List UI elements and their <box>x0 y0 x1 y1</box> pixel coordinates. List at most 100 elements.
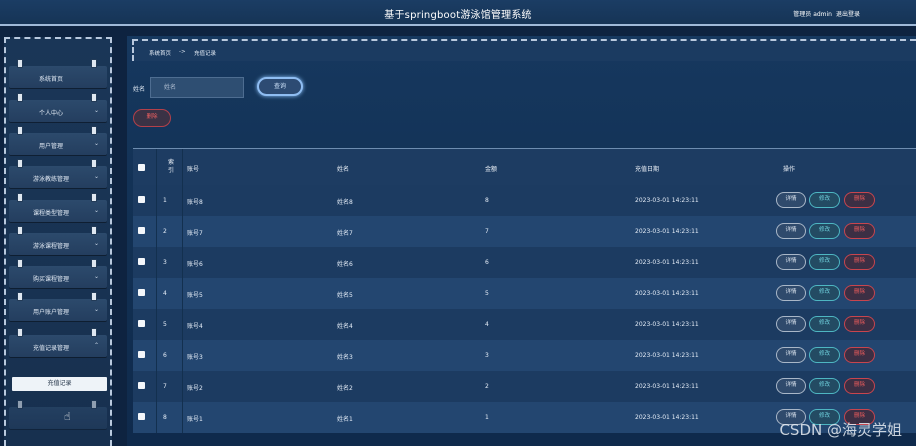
row-date: 2023-03-01 14:23:11 <box>635 352 699 359</box>
detail-button[interactable]: 详情 <box>776 285 806 301</box>
chevron-icon: ⌃ <box>93 342 99 349</box>
watermark: CSDN @海灵学姐 <box>779 421 902 439</box>
column-divider <box>182 371 183 402</box>
table-header: 索 引 账号 姓名 金额 充值日期 操作 <box>133 149 916 185</box>
column-account: 账号 <box>187 166 200 173</box>
delete-button[interactable]: 删除 <box>844 285 875 301</box>
sidebar-item-1[interactable]: 个人中心 ⌄ <box>9 93 107 122</box>
pin-icon <box>91 226 97 235</box>
sidebar-item-2[interactable]: 用户管理 ⌄ <box>9 126 107 155</box>
row-checkbox[interactable] <box>138 382 145 389</box>
chevron-icon: ⌄ <box>93 306 99 313</box>
row-checkbox[interactable] <box>138 320 145 327</box>
pin-icon <box>91 159 97 168</box>
row-account: 账号1 <box>187 416 203 423</box>
delete-button[interactable]: 删除 <box>844 223 875 239</box>
row-checkbox[interactable] <box>138 289 145 296</box>
row-checkbox[interactable] <box>138 258 145 265</box>
pin-icon <box>17 159 23 168</box>
row-index: 1 <box>163 197 167 204</box>
row-account: 账号3 <box>187 354 203 361</box>
query-button[interactable]: 查询 <box>257 77 303 96</box>
logout-link[interactable]: 退出登录 <box>836 9 860 18</box>
sidebar-item-label: 购买课程管理 <box>32 276 69 283</box>
row-amount: 4 <box>485 321 489 328</box>
row-checkbox[interactable] <box>138 196 145 203</box>
delete-button[interactable]: 删除 <box>844 316 875 332</box>
sidebar-item-0[interactable]: 系统首页 <box>9 59 107 88</box>
breadcrumb-current: 充值记录 <box>194 51 217 57</box>
row-account: 账号6 <box>187 261 203 268</box>
column-divider <box>156 149 157 185</box>
chevron-icon: ⌄ <box>93 240 99 247</box>
edit-button[interactable]: 修改 <box>809 316 840 332</box>
edit-button[interactable]: 修改 <box>809 347 840 363</box>
edit-button[interactable]: 修改 <box>809 378 840 394</box>
sidebar-item-label: 系统首页 <box>38 76 63 83</box>
delete-button[interactable]: 删除 <box>844 192 875 208</box>
row-date: 2023-03-01 14:23:11 <box>635 228 699 235</box>
edit-button[interactable]: 修改 <box>809 223 840 239</box>
submenu-item-recharge-record[interactable]: 充值记录 <box>12 377 107 391</box>
row-account: 账号8 <box>187 199 203 206</box>
sidebar-item-label: 充值记录管理 <box>32 345 69 352</box>
row-name: 姓名1 <box>337 416 353 423</box>
sidebar-item-7[interactable]: 用户账户管理 ⌄ <box>9 292 107 321</box>
row-checkbox[interactable] <box>138 413 145 420</box>
row-index: 2 <box>163 228 167 235</box>
sidebar-item-8[interactable]: 充值记录管理 ⌃ <box>9 328 107 357</box>
row-date: 2023-03-01 14:23:11 <box>635 290 699 297</box>
row-index: 5 <box>163 321 167 328</box>
row-date: 2023-03-01 14:23:11 <box>635 414 699 421</box>
edit-button[interactable]: 修改 <box>809 192 840 208</box>
chevron-icon: ⌄ <box>93 107 99 114</box>
column-divider <box>156 185 157 216</box>
select-all-checkbox[interactable] <box>138 164 145 171</box>
column-divider <box>182 402 183 433</box>
sidebar-item-label: 用户账户管理 <box>32 309 69 316</box>
delete-button[interactable]: 删除 <box>844 254 875 270</box>
column-name: 姓名 <box>337 166 350 173</box>
sidebar-item-hidden[interactable] <box>9 400 107 429</box>
row-amount: 1 <box>485 414 489 421</box>
batch-delete-button[interactable]: 删除 <box>133 109 171 127</box>
breadcrumb-home[interactable]: 系统首页 <box>149 49 171 57</box>
delete-button[interactable]: 删除 <box>844 378 875 394</box>
column-index: 索 引 <box>168 159 174 175</box>
pin-icon <box>91 126 97 135</box>
edit-button[interactable]: 修改 <box>809 285 840 301</box>
detail-button[interactable]: 详情 <box>776 192 806 208</box>
column-divider <box>156 216 157 247</box>
search-name-input[interactable] <box>150 77 244 98</box>
column-divider <box>156 340 157 371</box>
sidebar-item-5[interactable]: 游泳课程管理 ⌄ <box>9 226 107 255</box>
pin-icon <box>17 93 23 102</box>
row-account: 账号2 <box>187 385 203 392</box>
table-row: 5 账号4 姓名4 4 2023-03-01 14:23:11 详情 修改 删除 <box>133 309 916 340</box>
row-checkbox[interactable] <box>138 227 145 234</box>
row-amount: 6 <box>485 259 489 266</box>
table-row: 1 账号8 姓名8 8 2023-03-01 14:23:11 详情 修改 删除 <box>133 185 916 216</box>
sidebar-item-3[interactable]: 游泳教练管理 ⌄ <box>9 159 107 188</box>
pin-icon <box>91 193 97 202</box>
row-checkbox[interactable] <box>138 351 145 358</box>
edit-button[interactable]: 修改 <box>809 254 840 270</box>
row-name: 姓名8 <box>337 199 353 206</box>
row-index: 8 <box>163 414 167 421</box>
detail-button[interactable]: 详情 <box>776 378 806 394</box>
row-amount: 2 <box>485 383 489 390</box>
detail-button[interactable]: 详情 <box>776 223 806 239</box>
sidebar-item-6[interactable]: 购买课程管理 ⌄ <box>9 259 107 288</box>
detail-button[interactable]: 详情 <box>776 316 806 332</box>
column-divider <box>156 278 157 309</box>
row-index: 4 <box>163 290 167 297</box>
top-bar: 基于springboot游泳馆管理系统 管理员 admin 退出登录 <box>0 0 916 26</box>
detail-button[interactable]: 详情 <box>776 254 806 270</box>
column-divider <box>182 340 183 371</box>
column-divider <box>182 278 183 309</box>
delete-button[interactable]: 删除 <box>844 347 875 363</box>
pin-icon <box>91 292 97 301</box>
detail-button[interactable]: 详情 <box>776 347 806 363</box>
sidebar-item-4[interactable]: 课程类型管理 ⌄ <box>9 193 107 222</box>
search-name-label: 姓名 <box>133 86 146 93</box>
